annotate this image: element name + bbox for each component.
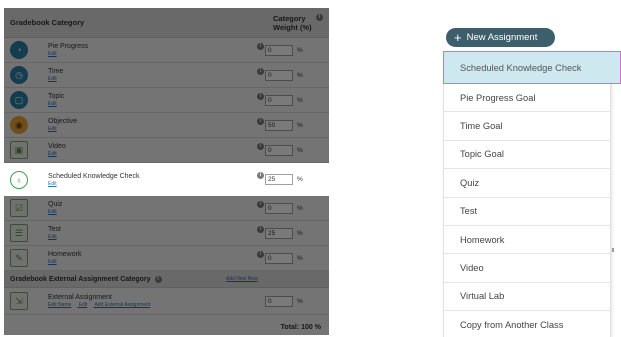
topic-icon: ▢ <box>10 91 28 109</box>
weight-column-header: Category Weight (%) i <box>269 13 329 32</box>
edit-link[interactable]: Edit <box>48 181 265 188</box>
edit-link[interactable]: Edit <box>48 126 265 133</box>
category-row-quiz: ☑ Quiz Edit i 0% <box>4 196 329 221</box>
category-row-topic: ▢ Topic Edit i 0% <box>4 88 329 113</box>
new-assignment-menu: + New Assignment Scheduled Knowledge Che… <box>440 24 621 337</box>
info-icon[interactable]: i <box>257 68 264 75</box>
category-row-homework: ✎ Homework Edit i 0% <box>4 246 329 271</box>
gradebook-header: Gradebook Category Category Weight (%) i <box>4 8 329 38</box>
edit-link[interactable]: Edit <box>48 259 265 266</box>
info-icon[interactable]: i <box>257 43 264 50</box>
external-assignment-icon: ⇲ <box>10 292 28 310</box>
info-icon[interactable]: i <box>257 143 264 150</box>
menu-item-copy-from-another-class[interactable]: Copy from Another Class <box>444 311 610 337</box>
edit-link[interactable]: Edit <box>48 76 265 83</box>
edit-link[interactable]: Edit <box>48 209 265 216</box>
scroll-indicator <box>612 248 614 252</box>
weight-input[interactable]: 50 <box>265 119 293 131</box>
category-column-header: Gradebook Category <box>10 18 85 27</box>
weight-input[interactable]: 0 <box>265 94 293 106</box>
weight-input[interactable]: 25 <box>265 227 293 239</box>
edit-link[interactable]: Edit <box>48 101 265 108</box>
quiz-icon: ☑ <box>10 199 28 217</box>
menu-item-test[interactable]: Test <box>444 198 610 226</box>
menu-item-video[interactable]: Video <box>444 254 610 283</box>
category-row-video: ▣ Video Edit i 0% <box>4 138 329 163</box>
edit-link[interactable]: Edit <box>48 234 265 241</box>
weight-input[interactable]: 25 <box>265 174 293 185</box>
info-icon[interactable]: i <box>257 201 264 208</box>
new-assignment-button[interactable]: + New Assignment <box>446 28 555 47</box>
info-icon[interactable]: i <box>257 118 264 125</box>
menu-item-homework[interactable]: Homework <box>444 226 610 255</box>
weight-input[interactable]: 0 <box>265 44 293 56</box>
edit-link[interactable]: Edit <box>48 151 265 158</box>
add-new-row-link[interactable]: Add New Row <box>226 276 258 282</box>
edit-name-link[interactable]: Edit Name <box>48 302 71 308</box>
menu-item-time-goal[interactable]: Time Goal <box>444 112 610 141</box>
info-icon[interactable]: i <box>257 226 264 233</box>
objective-icon: ◉ <box>10 116 28 134</box>
menu-item-scheduled-knowledge-check[interactable]: Scheduled Knowledge Check <box>443 51 621 84</box>
add-external-assignment-link[interactable]: Add External Assignment <box>94 302 150 308</box>
edit-link[interactable]: Edit <box>79 302 88 308</box>
menu-item-virtual-lab[interactable]: Virtual Lab <box>444 283 610 312</box>
clock-icon: ◷ <box>10 66 28 84</box>
category-row-pie-progress: ◔ Pie Progress Edit i 0% <box>4 38 329 63</box>
knowledge-check-icon: ♁ <box>10 170 28 189</box>
info-icon[interactable]: i <box>154 275 162 283</box>
menu-item-quiz[interactable]: Quiz <box>444 169 610 198</box>
weight-total: Total: 100 % <box>280 324 321 331</box>
weight-input[interactable]: 0 <box>265 252 293 264</box>
category-row-objective: ◉ Objective Edit i 50% <box>4 113 329 138</box>
homework-icon: ✎ <box>10 249 28 267</box>
menu-item-pie-progress-goal[interactable]: Pie Progress Goal <box>444 84 610 113</box>
external-section-header: Gradebook External Assignment Category i… <box>4 271 329 288</box>
test-icon: ☰ <box>10 224 28 242</box>
info-icon[interactable]: i <box>257 93 264 100</box>
external-assignment-row: ⇲ External Assignment Edit Name Edit Add… <box>4 288 329 315</box>
pie-progress-icon: ◔ <box>10 41 28 59</box>
weight-input[interactable]: 0 <box>265 144 293 156</box>
video-icon: ▣ <box>10 141 28 159</box>
info-icon[interactable]: i <box>316 13 323 21</box>
info-icon[interactable]: i <box>257 172 264 179</box>
weight-input[interactable]: 0 <box>265 202 293 214</box>
plus-icon: + <box>454 29 462 45</box>
weight-input[interactable]: 0 <box>265 69 293 81</box>
highlighted-row: ♁ Scheduled Knowledge Check Edit i 25% <box>4 163 329 196</box>
menu-item-topic-goal[interactable]: Topic Goal <box>444 141 610 170</box>
category-row-test: ☰ Test Edit i 25% <box>4 221 329 246</box>
category-row-scheduled-knowledge-check: ♁ Scheduled Knowledge Check Edit i 25% <box>4 163 329 196</box>
info-icon[interactable]: i <box>257 251 264 258</box>
category-row-time: ◷ Time Edit i 0% <box>4 63 329 88</box>
edit-link[interactable]: Edit <box>48 51 265 58</box>
assignment-type-list: Scheduled Knowledge Check Pie Progress G… <box>443 51 621 337</box>
weight-input[interactable]: 0 <box>265 295 293 307</box>
